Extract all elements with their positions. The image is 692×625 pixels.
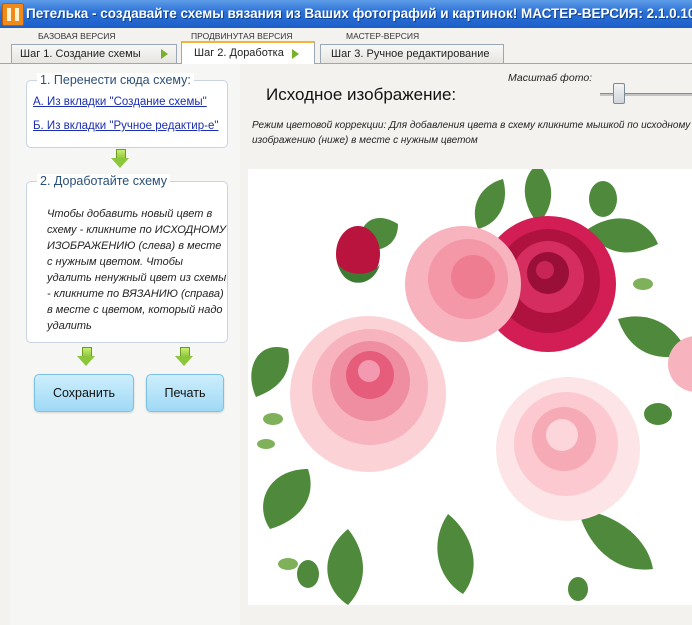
arrow-right-icon (292, 49, 299, 59)
hint-line-2: изображению (ниже) в месте с нужным цвет… (252, 135, 478, 146)
hint-line-1: Режим цветовой коррекции: Для добавления… (252, 120, 691, 131)
arrow-down-icon (77, 347, 95, 367)
refine-group-title: 2. Доработайте схему (37, 174, 171, 188)
arrow-down-icon (175, 347, 193, 367)
main-area: Масштаб фото: Исходное изображение: Режи… (240, 64, 692, 625)
roses-bouquet-image (251, 169, 692, 605)
advanced-version-label: ПРОДВИНУТАЯ ВЕРСИЯ (191, 31, 293, 41)
small-leaf (257, 439, 275, 449)
green-bud (644, 403, 672, 425)
small-leaf (633, 278, 653, 290)
arrow-right-icon (161, 49, 168, 59)
tab-label: Шаг 3. Ручное редактирование (331, 48, 490, 60)
tab-refine[interactable]: Шаг 2. Доработка (181, 41, 315, 65)
link-from-create-tab[interactable]: А. Из вкладки "Создание схемы" (33, 96, 207, 108)
green-bud (568, 577, 588, 601)
app-logo-icon (2, 3, 24, 26)
leaf (524, 169, 552, 224)
tab-manual-edit[interactable]: Шаг 3. Ручное редактирование (320, 44, 504, 63)
left-panel: 1. Перенести сюда схему: А. Из вкладки "… (10, 64, 240, 625)
tab-label: Шаг 1. Создание схемы (20, 48, 141, 60)
green-bud (297, 560, 319, 588)
refine-scheme-group: 2. Доработайте схему Чтобы добавить новы… (26, 174, 228, 343)
link-from-manual-tab[interactable]: Б. Из вкладки "Ручное редактир-е" (33, 120, 218, 132)
window-title: Петелька - создавайте схемы вязания из В… (26, 6, 692, 21)
leaf (263, 469, 311, 529)
pink-rose (290, 316, 446, 472)
tab-create-scheme[interactable]: Шаг 1. Создание схемы (11, 44, 177, 63)
pale-pink-rose (496, 377, 640, 521)
leaf (474, 179, 506, 229)
refine-instructions: Чтобы добавить новый цвет в схему - клик… (47, 208, 227, 332)
color-correction-hint: Режим цветовой коррекции: Для добавления… (252, 118, 692, 148)
master-version-label: МАСТЕР-ВЕРСИЯ (346, 31, 420, 41)
photo-scale-label: Масштаб фото: (508, 72, 593, 84)
leaf (578, 509, 653, 570)
green-bud (589, 181, 617, 217)
tab-strip: БАЗОВАЯ ВЕРСИЯ ПРОДВИНУТАЯ ВЕРСИЯ МАСТЕР… (0, 28, 692, 65)
transfer-scheme-group: 1. Перенести сюда схему: А. Из вкладки "… (26, 73, 228, 148)
small-leaf (263, 413, 283, 425)
transfer-group-title: 1. Перенести сюда схему: (37, 73, 194, 87)
photo-scale-slider-thumb[interactable] (613, 83, 625, 104)
leaf (437, 514, 474, 594)
source-image-heading: Исходное изображение: (266, 85, 457, 104)
arrow-down-icon (111, 149, 129, 169)
print-button[interactable]: Печать (146, 374, 224, 412)
basic-version-label: БАЗОВАЯ ВЕРСИЯ (38, 31, 116, 41)
leaf (251, 347, 289, 397)
title-bar: Петелька - создавайте схемы вязания из В… (0, 0, 692, 28)
light-pink-rose (405, 226, 521, 342)
small-leaf (278, 558, 298, 570)
leaf (327, 529, 363, 605)
save-button[interactable]: Сохранить (34, 374, 134, 412)
source-image[interactable] (248, 169, 692, 605)
tab-label: Шаг 2. Доработка (194, 47, 284, 59)
